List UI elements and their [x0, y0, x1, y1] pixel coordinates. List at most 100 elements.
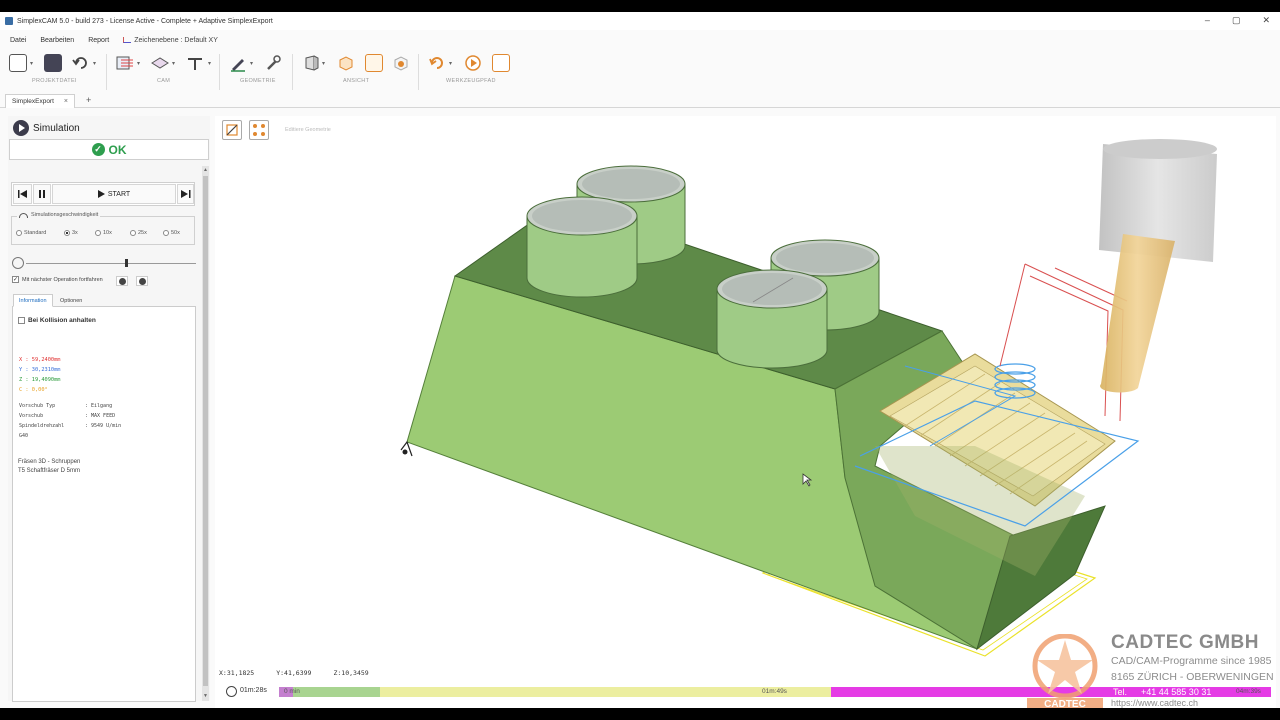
close-window-button[interactable]: ✕: [1262, 15, 1270, 26]
application-window: SimplexCAM 5.0 - build 273 - License Act…: [0, 12, 1280, 708]
check-icon: ✓: [91, 143, 105, 156]
speed-legend: Simulationsgeschwindigkeit: [17, 212, 101, 218]
gauge-icon: [19, 212, 28, 218]
param-key: Spindeldrehzahl: [19, 423, 65, 429]
3d-view-icon[interactable]: [337, 54, 355, 72]
next-operation-button[interactable]: [136, 276, 148, 286]
stock-setup-icon[interactable]: [115, 54, 133, 72]
speed-label: Standard: [24, 230, 47, 236]
operation-icon[interactable]: [150, 54, 169, 72]
working-plane-label: Zeichenebene : Default XY: [134, 36, 218, 44]
scrollbar-thumb[interactable]: [203, 176, 208, 686]
undo-icon[interactable]: [72, 54, 90, 72]
speed-radio-3x[interactable]: 3x: [64, 230, 78, 236]
elapsed-time: 01m:28s: [240, 687, 267, 694]
group-ansicht: ANSICHT: [343, 78, 370, 84]
timeline-start-label: 0 min: [284, 688, 300, 695]
regenerate-toolpath-icon[interactable]: [428, 54, 446, 72]
speed-label: 3x: [72, 230, 78, 236]
minimize-button[interactable]: –: [1205, 15, 1210, 26]
speed-radio-25x[interactable]: 25x: [130, 230, 147, 236]
simulation-icon: [13, 120, 29, 136]
cursor-z: Z:10,3459: [333, 669, 369, 677]
plane-icon: [123, 37, 132, 43]
param-key: Vorschub Typ: [19, 403, 56, 409]
simulate-play-icon[interactable]: [464, 54, 482, 72]
window-title: SimplexCAM 5.0 - build 273 - License Act…: [17, 17, 273, 25]
working-plane-selector[interactable]: Zeichenebene : Default XY: [123, 37, 218, 44]
add-tab-button[interactable]: +: [86, 95, 91, 105]
cadtec-logo: CADTEC: [1027, 634, 1103, 708]
close-tab-icon[interactable]: ×: [64, 98, 68, 105]
collision-option[interactable]: Bei Kollision anhalten: [18, 317, 96, 324]
position-slider[interactable]: [26, 263, 196, 264]
menu-report[interactable]: Report: [88, 37, 109, 44]
group-cam: CAM: [157, 78, 171, 84]
company-tagline: CAD/CAM-Programme since 1985: [1111, 655, 1272, 667]
new-file-icon[interactable]: [9, 54, 27, 72]
view-cube-icon[interactable]: [302, 54, 320, 72]
coord-z: Z : 19,4090mm: [19, 377, 61, 383]
phone-number: +41 44 585 30 31: [1141, 687, 1212, 697]
3d-viewport[interactable]: Editiere Geometrie X:31,1825 Y:41,6399 Z…: [215, 116, 1276, 708]
logo-text: CADTEC: [1044, 699, 1086, 708]
document-tab[interactable]: SimplexExport ×: [5, 94, 75, 108]
tab-optionen[interactable]: Optionen: [55, 294, 87, 307]
start-button[interactable]: START: [52, 184, 176, 204]
company-address: 8165 ZÜRICH - OBERWENINGEN: [1111, 671, 1274, 683]
playback-controls: START: [11, 182, 195, 206]
menu-bearbeiten[interactable]: Bearbeiten: [40, 37, 74, 44]
speed-group: Simulationsgeschwindigkeit Standard 3x 1…: [11, 212, 195, 245]
pause-button[interactable]: [33, 184, 51, 204]
coord-c: C : 0,00°: [19, 387, 48, 393]
gcode-icon[interactable]: [492, 54, 510, 72]
2d-view-icon[interactable]: [365, 54, 383, 72]
cursor-y: Y:41,6399: [276, 669, 312, 677]
skip-to-start-button[interactable]: [13, 184, 32, 204]
param-row: Vorschub Typ: Eilgang: [19, 403, 112, 409]
tab-information[interactable]: Information: [13, 294, 53, 307]
start-label: START: [107, 190, 131, 198]
slider-thumb[interactable]: [125, 259, 128, 267]
speed-legend-label: Simulationsgeschwindigkeit: [31, 212, 99, 218]
speed-label: 10x: [103, 230, 112, 236]
ok-button[interactable]: ✓ OK: [9, 139, 209, 160]
continue-checkbox[interactable]: ✓: [12, 276, 19, 283]
information-pane: Bei Kollision anhalten X : 59,2400mm Y :…: [12, 307, 196, 702]
coord-x: X : 59,2400mm: [19, 357, 61, 363]
tool-icon[interactable]: [186, 54, 204, 72]
iso-view-icon[interactable]: [392, 54, 410, 72]
maximize-button[interactable]: ▢: [1232, 15, 1241, 26]
position-slider-row: [12, 257, 198, 271]
speed-radio-10x[interactable]: 10x: [95, 230, 112, 236]
menu-datei[interactable]: Datei: [10, 37, 26, 44]
speed-radio-standard[interactable]: Standard: [16, 230, 46, 236]
param-key: G40: [19, 433, 29, 439]
group-geometrie: GEOMETRIE: [240, 78, 276, 84]
param-row: Spindeldrehzahl: 9549 U/min: [19, 423, 121, 429]
company-website[interactable]: https://www.cadtec.ch: [1111, 698, 1198, 708]
pen-geometry-icon[interactable]: [229, 54, 247, 72]
play-icon: [97, 190, 105, 198]
skip-to-end-button[interactable]: [177, 184, 194, 204]
menu-bar: Datei Bearbeiten Report Zeichenebene : D…: [0, 34, 218, 46]
app-icon: [5, 17, 13, 25]
operation-name: Fräsen 3D - Schruppen: [18, 459, 81, 465]
wrench-icon[interactable]: [264, 54, 282, 72]
arrow-right-icon: [138, 277, 146, 285]
info-tab-bar: Information Optionen: [12, 294, 196, 307]
collision-checkbox[interactable]: [18, 317, 25, 324]
panel-header: Simulation: [13, 120, 80, 136]
save-icon[interactable]: [44, 54, 62, 72]
speed-radio-50x[interactable]: 50x: [163, 230, 180, 236]
ok-label: OK: [108, 142, 127, 157]
continue-option[interactable]: ✓ Mit nächster Operation fortfahren: [12, 276, 103, 283]
panel-scrollbar[interactable]: ▲ ▼: [202, 166, 209, 701]
previous-operation-button[interactable]: [116, 276, 128, 286]
param-value: : MAX FEED: [85, 413, 116, 419]
speed-label: 50x: [171, 230, 180, 236]
pause-icon: [39, 190, 45, 198]
phone-label: Tel.: [1113, 687, 1128, 697]
clock-icon: [226, 686, 237, 697]
collision-label: Bei Kollision anhalten: [28, 317, 96, 324]
